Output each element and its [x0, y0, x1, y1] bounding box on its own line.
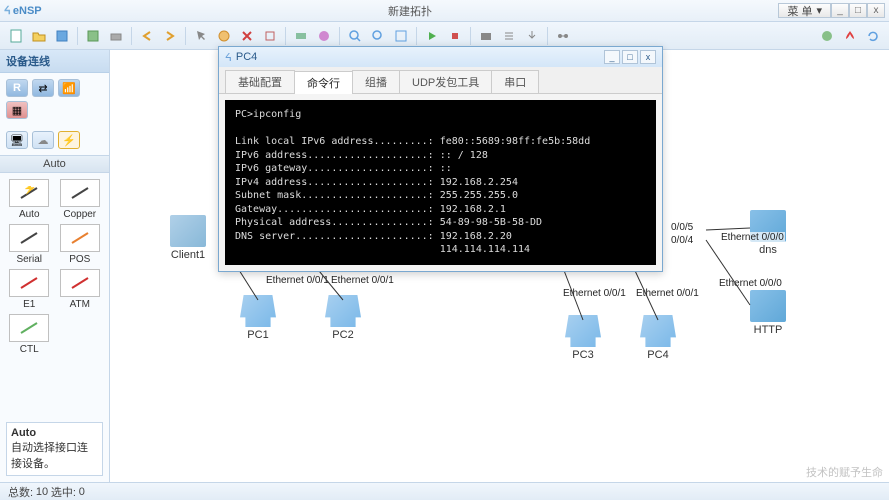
print-icon[interactable]	[106, 26, 126, 46]
port-label: Ethernet 0/0/1	[330, 275, 395, 286]
statusbar: 总数: 10 选中: 0	[0, 482, 889, 500]
selected-value: 0	[79, 486, 85, 498]
description-box: Auto 自动选择接口连接设备。	[6, 422, 103, 476]
pc4-window[interactable]: ᔦ PC4 _ □ x 基础配置 命令行 组播 UDP发包工具 串口 PC>ip…	[218, 46, 663, 272]
device-category-row-2: 🖥 ☁ ⚡	[0, 125, 109, 155]
pc-category-icon[interactable]: 🖥	[6, 131, 28, 149]
cable-e1[interactable]	[9, 269, 49, 297]
pc4-title-text: PC4	[236, 51, 257, 63]
capture-icon[interactable]	[476, 26, 496, 46]
port-label: 0/0/5	[670, 222, 694, 233]
port-label: 0/0/4	[670, 235, 694, 246]
device-category-row: R ⇄ 📶 ▦	[0, 73, 109, 125]
node-pc4[interactable]: PC4	[640, 315, 676, 361]
help-icon[interactable]	[817, 26, 837, 46]
redo-icon[interactable]	[160, 26, 180, 46]
terminal-output[interactable]: PC>ipconfig Link local IPv6 address.....…	[225, 100, 656, 265]
palette-icon[interactable]	[314, 26, 334, 46]
node-client1[interactable]: Client1	[170, 215, 206, 261]
menu-button[interactable]: 菜 单▾	[778, 3, 831, 18]
start-icon[interactable]	[422, 26, 442, 46]
port-label: Ethernet 0/0/0	[718, 278, 783, 289]
sidebar: 设备连线 R ⇄ 📶 ▦ 🖥 ☁ ⚡ Auto ⚡Auto Copper Ser…	[0, 50, 110, 482]
pc-icon	[640, 315, 676, 347]
pc4-window-icon: ᔦ	[225, 51, 232, 64]
switch-category-icon[interactable]: ⇄	[32, 79, 54, 97]
node-pc1[interactable]: PC1	[240, 295, 276, 341]
maximize-button[interactable]: □	[849, 3, 867, 18]
pc4-tabs: 基础配置 命令行 组播 UDP发包工具 串口	[219, 67, 662, 94]
logo-icon: ᔦ	[4, 4, 11, 17]
close-button[interactable]: x	[867, 3, 885, 18]
zoomin-icon[interactable]	[345, 26, 365, 46]
save-icon[interactable]	[52, 26, 72, 46]
pan-icon[interactable]	[214, 26, 234, 46]
tab-multicast[interactable]: 组播	[352, 70, 400, 93]
auto-section-header: Auto	[0, 155, 109, 173]
saveas-icon[interactable]	[83, 26, 103, 46]
cable-auto[interactable]: ⚡	[9, 179, 49, 207]
port-label: Ethernet 0/0/1	[265, 275, 330, 286]
titlebar: ᔦ eNSP 新建拓扑 菜 单▾ _ □ x	[0, 0, 889, 22]
list-icon[interactable]	[499, 26, 519, 46]
firewall-category-icon[interactable]: ▦	[6, 101, 28, 119]
port-label: Ethernet 0/0/0	[720, 232, 785, 243]
server-icon	[750, 290, 786, 322]
pc4-close-button[interactable]: x	[640, 50, 656, 64]
delete-icon[interactable]	[237, 26, 257, 46]
tab-udp-tool[interactable]: UDP发包工具	[399, 70, 492, 93]
cable-pos[interactable]	[60, 224, 100, 252]
total-value: 10	[36, 486, 48, 498]
node-http[interactable]: HTTP	[750, 290, 786, 336]
server-icon	[170, 215, 206, 247]
cable-copper[interactable]	[60, 179, 100, 207]
wlan-category-icon[interactable]: 📶	[58, 79, 80, 97]
total-label: 总数:	[8, 484, 33, 500]
export-icon[interactable]	[522, 26, 542, 46]
new-icon[interactable]	[6, 26, 26, 46]
desc-title: Auto	[11, 427, 98, 439]
tab-command-line[interactable]: 命令行	[294, 71, 353, 94]
refresh-icon[interactable]	[863, 26, 883, 46]
zoomfit-icon[interactable]	[391, 26, 411, 46]
pc-icon	[240, 295, 276, 327]
pc4-titlebar[interactable]: ᔦ PC4 _ □ x	[219, 47, 662, 67]
tab-basic-config[interactable]: 基础配置	[225, 70, 295, 93]
clear-icon[interactable]	[260, 26, 280, 46]
open-icon[interactable]	[29, 26, 49, 46]
text-icon[interactable]	[291, 26, 311, 46]
stop-icon[interactable]	[445, 26, 465, 46]
pc4-minimize-button[interactable]: _	[604, 50, 620, 64]
node-pc2[interactable]: PC2	[325, 295, 361, 341]
window-title: 新建拓扑	[42, 3, 779, 19]
zoomout-icon[interactable]	[368, 26, 388, 46]
panel-title: 设备连线	[0, 50, 109, 73]
pc4-maximize-button[interactable]: □	[622, 50, 638, 64]
app-logo: ᔦ eNSP	[4, 4, 42, 17]
svg-text:⚡: ⚡	[23, 186, 37, 195]
cable-grid: ⚡Auto Copper Serial POS E1 ATM CTL	[0, 173, 109, 361]
cable-atm[interactable]	[60, 269, 100, 297]
router-category-icon[interactable]: R	[6, 79, 28, 97]
cloud-category-icon[interactable]: ☁	[32, 131, 54, 149]
pointer-icon[interactable]	[191, 26, 211, 46]
port-label: Ethernet 0/0/1	[635, 288, 700, 299]
minimize-button[interactable]: _	[831, 3, 849, 18]
cable-serial[interactable]	[9, 224, 49, 252]
node-pc3[interactable]: PC3	[565, 315, 601, 361]
undo-icon[interactable]	[137, 26, 157, 46]
selected-label: 选中:	[51, 484, 76, 500]
huawei-icon[interactable]	[840, 26, 860, 46]
network-icon[interactable]	[553, 26, 573, 46]
pc-icon	[325, 295, 361, 327]
app-name: eNSP	[13, 5, 42, 17]
pc-icon	[565, 315, 601, 347]
cable-category-icon[interactable]: ⚡	[58, 131, 80, 149]
desc-text: 自动选择接口连接设备。	[11, 442, 88, 470]
port-label: Ethernet 0/0/1	[562, 288, 627, 299]
watermark: 技术的赋予生命	[806, 464, 883, 480]
tab-serial[interactable]: 串口	[491, 70, 539, 93]
cable-ctl[interactable]	[9, 314, 49, 342]
